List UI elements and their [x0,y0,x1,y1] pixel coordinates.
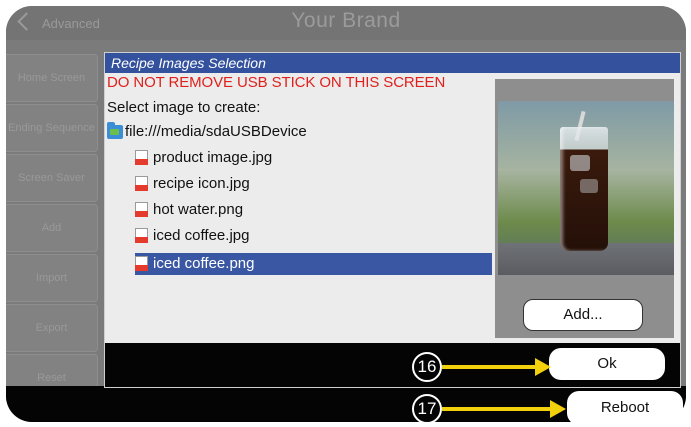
sidebar-item-export[interactable]: Export [6,304,98,352]
image-file-icon [135,256,148,271]
callout-arrow [442,407,552,411]
image-file-icon [135,150,148,165]
file-name: hot water.png [153,201,244,218]
ok-button[interactable]: Ok [549,348,665,380]
callout-badge: 16 [412,352,442,382]
top-bar: Advanced Your Brand [6,6,686,40]
image-file-icon [135,228,148,243]
sidebar-item-import[interactable]: Import [6,254,98,302]
image-file-icon [135,202,148,217]
recipe-images-dialog: Recipe Images Selection DO NOT REMOVE US… [104,52,681,388]
usb-warning: DO NOT REMOVE USB STICK ON THIS SCREEN [107,74,446,91]
arrow-right-icon [550,400,566,418]
file-item[interactable]: iced coffee.jpg [135,225,492,247]
arrow-right-icon [535,358,551,376]
file-item-selected[interactable]: iced coffee.png [135,253,492,275]
tree-root-folder[interactable]: file:///media/sdaUSBDevice [107,121,492,143]
select-label: Select image to create: [107,99,261,116]
add-button[interactable]: Add... [523,299,643,331]
reboot-button[interactable]: Reboot [567,391,683,425]
file-item[interactable]: hot water.png [135,199,492,221]
image-file-icon [135,176,148,191]
file-item[interactable]: product image.jpg [135,147,492,169]
folder-icon [107,122,123,139]
sidebar: Home Screen Ending Sequence Screen Saver… [6,40,106,402]
iced-coffee-preview-image [498,101,674,275]
sidebar-item-add[interactable]: Add [6,204,98,252]
file-item[interactable]: recipe icon.jpg [135,173,492,195]
sidebar-item-screen-saver[interactable]: Screen Saver [6,154,98,202]
callout-arrow [442,365,537,369]
file-name: iced coffee.png [153,255,255,272]
file-name: product image.jpg [153,149,273,166]
callout-badge: 17 [412,394,442,424]
dialog-button-bar: Ok [105,343,680,387]
image-preview-panel: Add... [495,79,674,338]
sidebar-item-home-screen[interactable]: Home Screen [6,54,98,102]
root-path: file:///media/sdaUSBDevice [125,123,307,140]
sidebar-item-ending-sequence[interactable]: Ending Sequence [6,104,98,152]
file-name: recipe icon.jpg [153,175,250,192]
brand-title: Your Brand [291,9,401,32]
file-name: iced coffee.jpg [153,227,250,244]
dialog-title: Recipe Images Selection [105,53,680,73]
